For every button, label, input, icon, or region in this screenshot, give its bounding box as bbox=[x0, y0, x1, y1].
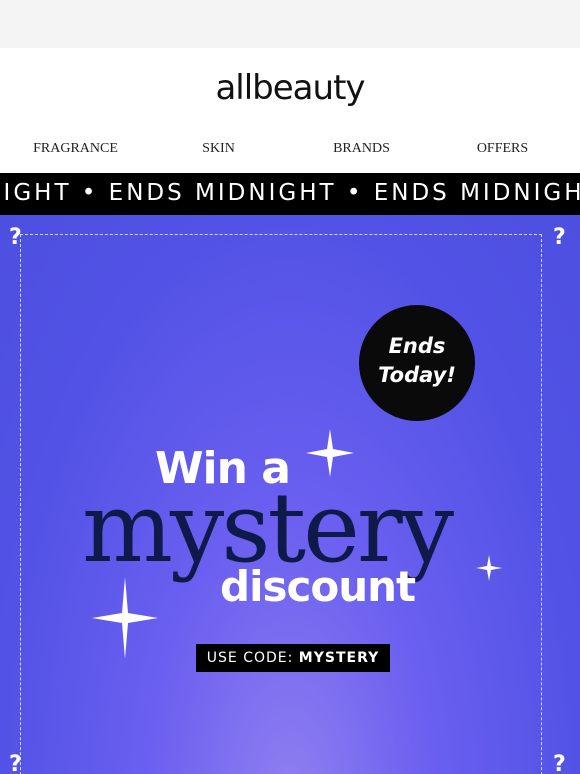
nav-item-fragrance[interactable]: FRAGRANCE bbox=[3, 141, 148, 157]
headline-discount: discount bbox=[220, 562, 416, 611]
question-mark-top-right: ? bbox=[553, 225, 566, 250]
promo-code-value: MYSTERY bbox=[298, 650, 380, 666]
main-nav: FRAGRANCE SKIN BRANDS OFFERS bbox=[0, 141, 580, 161]
promo-code-label: USE CODE: bbox=[206, 650, 299, 666]
ticker-text: MIDNIGHT • ENDS MIDNIGHT • ENDS MIDNIGHT bbox=[0, 180, 580, 206]
promo-ticker-banner[interactable]: MIDNIGHT • ENDS MIDNIGHT • ENDS MIDNIGHT bbox=[0, 173, 580, 215]
nav-item-skin[interactable]: SKIN bbox=[146, 141, 291, 157]
question-mark-top-left: ? bbox=[9, 225, 22, 250]
nav-item-offers[interactable]: OFFERS bbox=[430, 141, 575, 157]
sparkle-icon-left bbox=[92, 577, 158, 659]
sparkle-icon-small-right bbox=[476, 555, 502, 581]
email-body: allbeauty FRAGRANCE SKIN BRANDS OFFERS M… bbox=[0, 48, 580, 774]
question-mark-bottom-left: ? bbox=[9, 752, 22, 774]
badge-line-today: Today! bbox=[378, 363, 456, 387]
hero-banner[interactable]: ? ? ? ? Ends Today! Win a mystery discou… bbox=[0, 215, 580, 774]
nav-item-brands[interactable]: BRANDS bbox=[289, 141, 434, 157]
question-mark-bottom-right: ? bbox=[553, 752, 566, 774]
badge-line-ends: Ends bbox=[388, 334, 446, 358]
sparkle-icon-large-top bbox=[306, 429, 354, 477]
promo-code-box[interactable]: USE CODE: MYSTERY bbox=[196, 644, 390, 672]
ends-today-badge: Ends Today! bbox=[359, 305, 475, 421]
brand-logo[interactable]: allbeauty bbox=[0, 68, 580, 108]
